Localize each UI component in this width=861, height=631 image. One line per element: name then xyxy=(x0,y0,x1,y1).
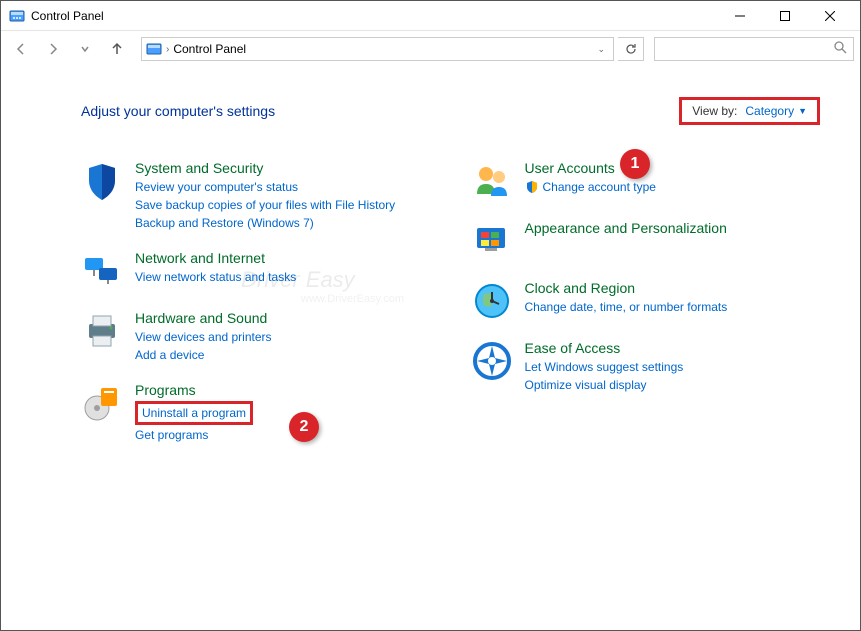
backup-restore-link[interactable]: Backup and Restore (Windows 7) xyxy=(135,214,431,232)
back-arrow-icon xyxy=(13,41,29,57)
title-bar: Control Panel xyxy=(1,1,860,31)
programs-link[interactable]: Programs xyxy=(135,382,431,398)
category-clock: Clock and Region Change date, time, or n… xyxy=(471,280,821,322)
change-account-type-link[interactable]: Change account type xyxy=(543,178,656,196)
programs-icon xyxy=(81,382,123,424)
content-area: Driver Easy www.DriverEasy.com Adjust yo… xyxy=(1,67,860,482)
page-title: Adjust your computer's settings xyxy=(81,103,275,119)
up-arrow-icon xyxy=(109,41,125,57)
search-icon xyxy=(834,41,847,57)
network-status-link[interactable]: View network status and tasks xyxy=(135,268,431,286)
control-panel-icon xyxy=(9,8,25,24)
left-column: System and Security Review your computer… xyxy=(81,160,431,462)
annotation-1: 1 xyxy=(620,149,650,179)
ease-access-icon xyxy=(471,340,513,382)
user-accounts-link[interactable]: User Accounts xyxy=(525,160,821,176)
breadcrumb-chevron-icon: › xyxy=(166,44,169,55)
breadcrumb[interactable]: › Control Panel ⌄ xyxy=(141,37,614,61)
appearance-icon xyxy=(471,220,513,262)
hardware-sound-link[interactable]: Hardware and Sound xyxy=(135,310,431,326)
appearance-link[interactable]: Appearance and Personalization xyxy=(525,220,821,236)
search-box[interactable] xyxy=(654,37,854,61)
uninstall-program-link[interactable]: Uninstall a program xyxy=(135,401,253,425)
forward-button[interactable] xyxy=(39,35,67,63)
search-input[interactable] xyxy=(661,42,834,56)
shield-small-icon xyxy=(525,180,539,194)
windows-suggest-link[interactable]: Let Windows suggest settings xyxy=(525,358,821,376)
category-programs: Programs Uninstall a program Get program… xyxy=(81,382,431,444)
network-icon xyxy=(81,250,123,292)
system-security-link[interactable]: System and Security xyxy=(135,160,431,176)
close-icon xyxy=(825,11,835,21)
breadcrumb-dropdown[interactable]: ⌄ xyxy=(593,44,609,55)
right-column: User Accounts Change account type xyxy=(471,160,821,462)
minimize-button[interactable] xyxy=(717,1,762,31)
chevron-down-icon: ▼ xyxy=(798,106,807,116)
annotation-2: 2 xyxy=(289,412,319,442)
category-system-security: System and Security Review your computer… xyxy=(81,160,431,232)
forward-arrow-icon xyxy=(45,41,61,57)
printer-icon xyxy=(81,310,123,352)
close-button[interactable] xyxy=(807,1,852,31)
maximize-icon xyxy=(780,11,790,21)
chevron-down-icon xyxy=(80,44,90,54)
get-programs-link[interactable]: Get programs xyxy=(135,426,431,444)
optimize-display-link[interactable]: Optimize visual display xyxy=(525,376,821,394)
nav-bar: › Control Panel ⌄ xyxy=(1,31,860,67)
maximize-button[interactable] xyxy=(762,1,807,31)
view-by-value: Category xyxy=(745,104,794,118)
clock-region-link[interactable]: Clock and Region xyxy=(525,280,821,296)
minimize-icon xyxy=(735,11,745,21)
add-device-link[interactable]: Add a device xyxy=(135,346,431,364)
network-internet-link[interactable]: Network and Internet xyxy=(135,250,431,266)
category-hardware: Hardware and Sound View devices and prin… xyxy=(81,310,431,364)
clock-icon xyxy=(471,280,513,322)
category-network: Network and Internet View network status… xyxy=(81,250,431,292)
breadcrumb-text[interactable]: Control Panel xyxy=(173,42,246,56)
category-ease-access: Ease of Access Let Windows suggest setti… xyxy=(471,340,821,394)
file-history-link[interactable]: Save backup copies of your files with Fi… xyxy=(135,196,431,214)
view-by-control: View by: Category ▼ xyxy=(679,97,820,125)
refresh-icon xyxy=(624,42,638,56)
back-button[interactable] xyxy=(7,35,35,63)
user-accounts-icon xyxy=(471,160,513,202)
change-date-time-link[interactable]: Change date, time, or number formats xyxy=(525,298,821,316)
devices-printers-link[interactable]: View devices and printers xyxy=(135,328,431,346)
view-by-dropdown[interactable]: Category ▼ xyxy=(745,104,807,118)
shield-icon xyxy=(81,160,123,202)
category-appearance: Appearance and Personalization xyxy=(471,220,821,262)
ease-access-link[interactable]: Ease of Access xyxy=(525,340,821,356)
window-title: Control Panel xyxy=(31,9,104,23)
view-by-label: View by: xyxy=(692,104,737,118)
up-button[interactable] xyxy=(103,35,131,63)
refresh-button[interactable] xyxy=(618,37,644,61)
review-status-link[interactable]: Review your computer's status xyxy=(135,178,431,196)
recent-dropdown[interactable] xyxy=(71,35,99,63)
control-panel-small-icon xyxy=(146,41,162,57)
